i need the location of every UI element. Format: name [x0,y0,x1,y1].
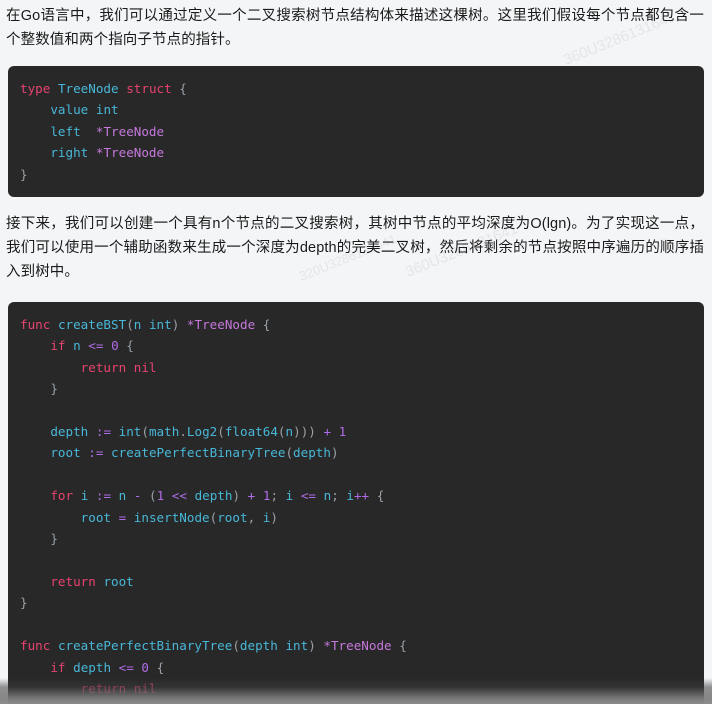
code-line: func createPerfectBinaryTree(depth int) … [20,638,407,654]
article-paragraph: 在Go语言中，我们可以通过定义一个二叉搜索树节点结构体来描述这棵树。这里我们假设… [6,8,704,48]
code-line: func createBST(n int) *TreeNode { [20,317,271,333]
code-line: return nil [80,359,157,375]
code-line: } [20,166,28,182]
code-line: left *TreeNode [50,123,165,139]
code-line: return root [50,573,134,589]
code-line: type TreeNode struct { [20,81,187,96]
code-line: } [50,531,58,547]
code-line: depth := int(math.Log2(float64(n))) + 1 [50,424,347,440]
code-line: return nil [80,680,157,696]
code-line: } [20,595,28,611]
code-line: } [8,699,704,704]
code-block-treenode-struct[interactable]: type TreeNode struct { value int left *T… [8,66,704,198]
article-page: 360U3286131641 360U3286131641 320U328613… [0,0,712,704]
code-line: root := createPerfectBinaryTree(depth) [50,445,339,461]
code-line: root = insertNode(root, i) [80,509,278,525]
code-line: if n <= 0 { [50,338,134,354]
code-line: } [50,381,58,397]
code-line: right *TreeNode [50,145,165,161]
code-line: value int [50,102,119,118]
code-line: for i := n - (1 << depth) + 1; i <= n; i… [50,488,385,504]
article-paragraph: 接下来，我们可以创建一个具有n个节点的二叉搜索树，其树中节点的平均深度为O(lg… [6,216,704,281]
code-block-createbst-func[interactable]: func createBST(n int) *TreeNode { if n <… [8,302,704,704]
code-line: if depth <= 0 { [50,659,165,675]
